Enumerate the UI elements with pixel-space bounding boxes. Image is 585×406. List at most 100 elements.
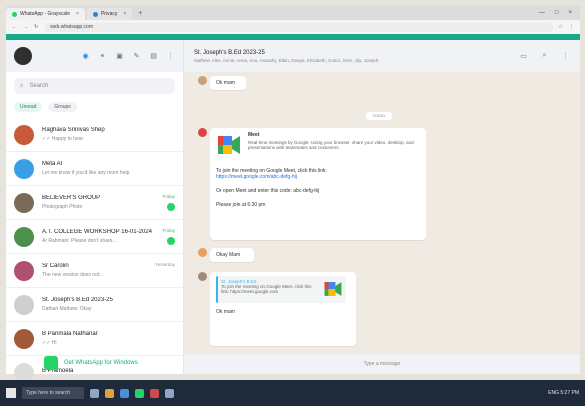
system-tray: ENG 5:27 PM — [548, 390, 579, 396]
avatar — [198, 76, 207, 85]
maximize-icon[interactable]: □ — [555, 10, 559, 16]
chat-time: Yesterday — [155, 262, 175, 267]
message-composer[interactable]: Type a message — [184, 354, 580, 374]
unread-badge — [167, 237, 175, 245]
avatar — [14, 226, 34, 247]
communities-icon[interactable]: ⚭ — [98, 52, 107, 61]
back-icon[interactable]: ← — [12, 24, 17, 30]
list-item[interactable]: A.T. COLLEGE WORKSHOP 16-01-2024 Ar Rahma… — [6, 220, 183, 254]
meet-link[interactable]: https://meet.google.com/abc-defg-hij — [216, 174, 420, 180]
browser-tab-privacy[interactable]: Privacy × — [86, 8, 133, 20]
message-bubble-meet-link[interactable]: Meet Real-time meetings by Google. Using… — [210, 128, 426, 240]
list-item[interactable]: St. Joseph's B.Ed 2023-25 Dathan Mathew: … — [6, 288, 183, 322]
browser-tabbar: WhatsApp - Grayscale × Privacy × + — □ × — [6, 6, 580, 20]
taskbar-app-icon[interactable] — [165, 388, 174, 398]
browser-addressbar: ← → ↻ web.whatsapp.com ☆ ⋮ — [6, 20, 580, 34]
filter-groups[interactable]: Groups — [48, 102, 77, 112]
window-controls: — □ × — [539, 10, 580, 16]
channels-icon[interactable]: ▣ — [115, 52, 124, 61]
list-item[interactable]: Sr Carolin The new version does not.. Yest… — [6, 254, 183, 288]
taskbar-app-icon[interactable] — [105, 388, 114, 398]
chat-preview: The new version does not.. — [42, 272, 103, 278]
avatar — [14, 294, 34, 315]
list-item[interactable]: B Parimala Nathanar ✓✓ Hi — [6, 322, 183, 356]
windows-start-icon[interactable] — [6, 388, 16, 398]
url-field[interactable]: web.whatsapp.com — [44, 22, 553, 32]
chat-name: BELIEVER'S GROUP — [42, 195, 101, 201]
whatsapp-app: ◉ ⚭ ▣ ✎ ▤ ⋮ ⌕ Search Unread Groups Ragha… — [6, 34, 580, 390]
close-window-icon[interactable]: × — [568, 10, 572, 16]
get-windows-app-button[interactable]: Get WhatsApp for Windows — [44, 356, 138, 370]
conversation-title: St. Joseph's B.Ed 2023-25 — [194, 49, 265, 56]
chat-preview: Dathan Mathew: Okay — [42, 306, 92, 312]
avatar — [198, 248, 207, 257]
whatsapp-logo-icon — [44, 356, 58, 370]
chat-name: St. Joseph's B.Ed 2023-25 — [42, 297, 113, 303]
chat-preview: Ar Rahmani: Please don't share... — [42, 238, 117, 244]
archive-icon[interactable]: ▤ — [149, 52, 158, 61]
filter-unread[interactable]: Unread — [14, 102, 43, 112]
avatar — [14, 124, 34, 145]
menu-icon[interactable]: ⋮ — [561, 52, 570, 61]
avatar[interactable] — [14, 47, 32, 65]
avatar — [14, 192, 34, 213]
taskbar-search[interactable]: Type here to search — [22, 387, 84, 399]
chat-preview: ✓✓ Hi — [42, 340, 57, 346]
close-tab-icon[interactable]: × — [123, 11, 126, 17]
menu-icon[interactable]: ⋮ — [569, 24, 574, 30]
conversation-header[interactable]: St. Joseph's B.Ed 2023-25 Mathew, Alex, … — [184, 40, 580, 72]
taskbar-app-icon[interactable] — [120, 388, 129, 398]
message-bubble[interactable]: Okay Mam — [210, 248, 254, 262]
unread-badge — [167, 203, 175, 211]
search-icon[interactable]: ⌕ — [540, 52, 549, 61]
sidebar-header: ◉ ⚭ ▣ ✎ ▤ ⋮ — [6, 40, 183, 72]
taskbar-app-icon[interactable] — [90, 388, 99, 398]
browser-tab-whatsapp[interactable]: WhatsApp - Grayscale × — [6, 8, 85, 20]
chat-preview: Photograph Photo — [42, 204, 83, 210]
video-call-icon[interactable]: ▭ — [519, 52, 528, 61]
privacy-favicon-icon — [92, 11, 98, 17]
star-icon[interactable]: ☆ — [559, 24, 563, 30]
avatar — [198, 128, 207, 137]
close-tab-icon[interactable]: × — [76, 11, 79, 17]
new-tab-icon[interactable]: + — [138, 10, 142, 17]
tray-text: ENG 5:27 PM — [548, 390, 579, 396]
chat-name: A.T. COLLEGE WORKSHOP 16-01-2024 — [42, 229, 152, 235]
reload-icon[interactable]: ↻ — [34, 24, 38, 30]
list-item[interactable]: BELIEVER'S GROUP Photograph Photo Friday — [6, 186, 183, 220]
monitor: WhatsApp - Grayscale × Privacy × + — □ ×… — [0, 0, 585, 406]
chat-time: Friday — [162, 194, 175, 199]
google-meet-icon — [323, 279, 343, 300]
conversation-participants: Mathew, Alex, Annie, Anna, Anu, Aswathy,… — [194, 57, 379, 63]
quoted-message[interactable]: St. Joseph's B.Ed To join the meeting on… — [216, 276, 346, 303]
message-bubble[interactable]: Ok mam — [210, 76, 246, 90]
taskbar-app-icon[interactable] — [135, 388, 144, 398]
google-meet-icon — [216, 132, 242, 158]
avatar — [198, 272, 207, 281]
new-chat-icon[interactable]: ✎ — [132, 52, 141, 61]
windows-taskbar: Type here to search ENG 5:27 PM — [0, 380, 585, 406]
forward-icon[interactable]: → — [23, 24, 28, 30]
message-list: Ok mam TODAY Meet Real-time meetings by … — [184, 72, 580, 354]
conversation-panel: St. Joseph's B.Ed 2023-25 Mathew, Alex, … — [184, 40, 580, 374]
chat-filters: Unread Groups — [6, 100, 183, 118]
list-item[interactable]: Meta AI Let me know if you'd like any mor… — [6, 152, 183, 186]
link-preview-card[interactable]: Meet Real-time meetings by Google. Using… — [216, 132, 420, 158]
status-icon[interactable]: ◉ — [81, 52, 90, 61]
search-icon: ⌕ — [20, 82, 24, 89]
menu-icon[interactable]: ⋮ — [166, 52, 175, 61]
list-item[interactable]: Raghava Srinivas Shep ✓✓ Happy to hear — [6, 118, 183, 152]
chat-list: Raghava Srinivas Shep ✓✓ Happy to hear Met… — [6, 118, 183, 390]
chat-time: Friday — [162, 228, 175, 233]
avatar — [14, 260, 34, 281]
chat-name: B Parimala Nathanar — [42, 331, 98, 337]
taskbar-app-icon[interactable] — [150, 388, 159, 398]
chat-preview: Let me know if you'd like any more help — [42, 170, 130, 176]
search-input[interactable]: ⌕ Search — [14, 78, 175, 94]
minimize-icon[interactable]: — — [539, 10, 545, 16]
avatar — [14, 328, 34, 349]
chat-name: Meta AI — [42, 161, 63, 167]
chat-name: Raghava Srinivas Shep — [42, 127, 105, 133]
chat-preview: ✓✓ Happy to hear — [42, 136, 84, 142]
message-bubble-reply[interactable]: St. Joseph's B.Ed To join the meeting on… — [210, 272, 356, 346]
